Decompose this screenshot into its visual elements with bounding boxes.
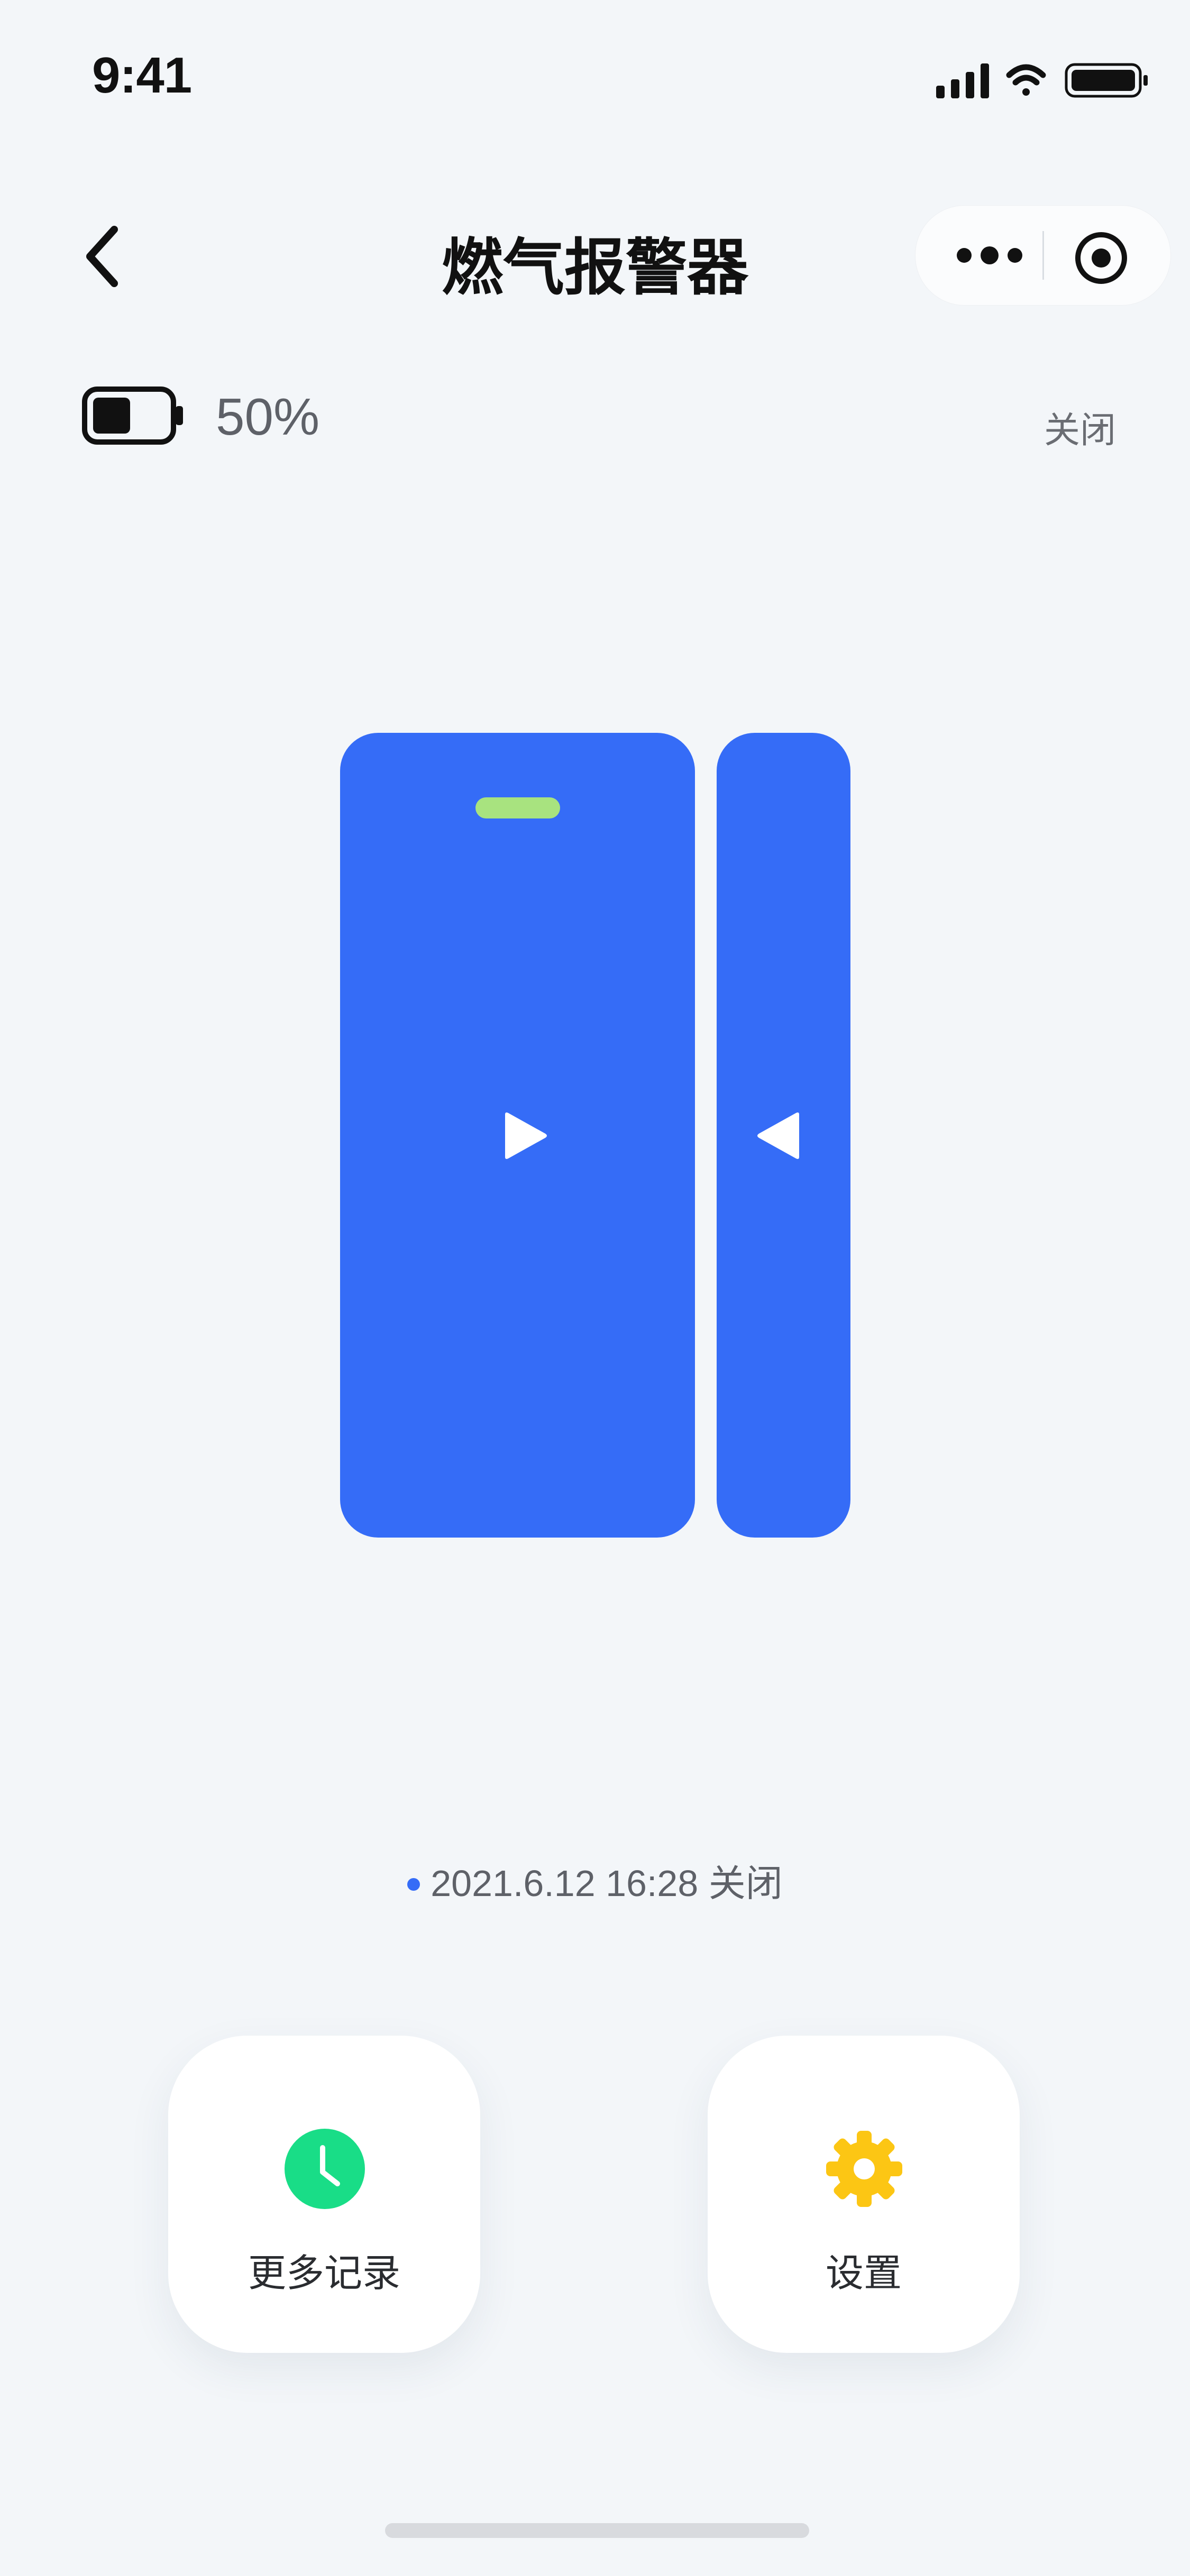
record-timestamp: 2021.6.12 16:28	[431, 1863, 699, 1904]
battery-level-icon	[82, 387, 183, 445]
status-time: 9:41	[92, 47, 192, 104]
arrow-right-icon	[505, 1112, 547, 1159]
record-dot	[407, 1878, 420, 1891]
status-icons	[936, 63, 1148, 98]
more-records-button[interactable]: 更多记录	[168, 2036, 480, 2353]
arrow-left-icon	[757, 1112, 799, 1159]
signal-icon	[936, 63, 989, 98]
more-records-label: 更多记录	[248, 2252, 400, 2295]
wifi-icon	[1006, 64, 1046, 96]
battery-percent: 50%	[216, 388, 320, 446]
sensor-magnet-body	[717, 733, 850, 1538]
mini-program-capsule	[915, 205, 1171, 306]
settings-label: 设置	[825, 2252, 902, 2295]
device-state-label: 关闭	[1044, 410, 1116, 450]
clock-icon	[285, 2129, 365, 2209]
target-circle-icon[interactable]	[1072, 229, 1130, 287]
battery-icon	[1065, 63, 1148, 98]
more-dots-icon[interactable]	[953, 234, 1027, 277]
settings-button[interactable]: 设置	[708, 2036, 1020, 2353]
home-indicator[interactable]	[385, 2523, 809, 2538]
gear-icon	[826, 2131, 902, 2207]
sensor-indicator-light	[475, 797, 560, 818]
capsule-divider	[1042, 231, 1044, 280]
latest-record: 2021.6.12 16:28 关闭	[0, 1854, 1190, 1907]
record-state: 关闭	[708, 1863, 783, 1904]
sensor-main-body	[340, 733, 695, 1538]
